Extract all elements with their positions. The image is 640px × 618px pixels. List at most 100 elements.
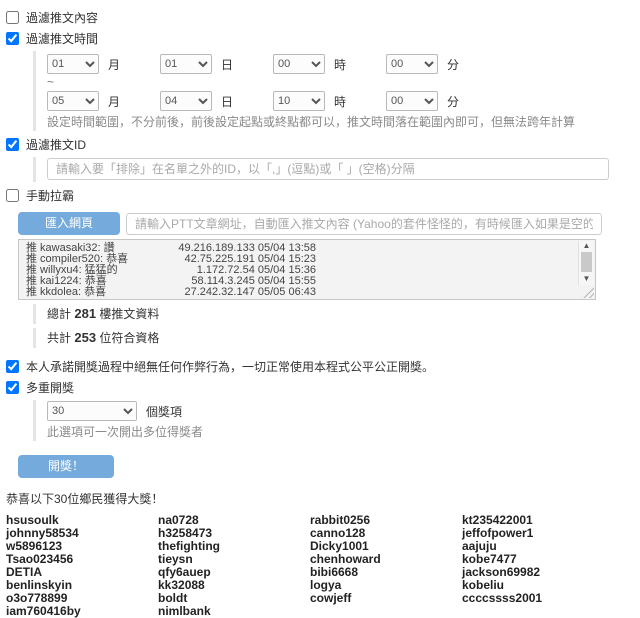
import-row: 匯入網頁 (18, 212, 640, 235)
winner-name: boldt (158, 591, 188, 605)
promise-label: 本人承諾開獎過程中絕無任何作弊行為，一切正常使用本程式公平公正開獎。 (26, 360, 435, 374)
to-day-select[interactable]: 04 (160, 91, 213, 111)
time-from-row: 01 月 01 日 00 時 00 分 (47, 54, 640, 74)
winner-name: Tsao023456 (6, 552, 74, 566)
results-heading: 恭喜以下30位鄉民獲得大獎！ (6, 492, 164, 506)
import-webpage-button[interactable]: 匯入網頁 (18, 212, 121, 235)
total-pushes-stat: 總計 281 樓推文資料 (33, 304, 640, 324)
total-suffix: 樓推文資料 (99, 307, 160, 321)
winner-name: johnny58534 (6, 526, 79, 540)
id-filter-panel (33, 157, 640, 182)
winner-name: bibi6668 (310, 565, 359, 579)
winner-name: logya (310, 578, 342, 592)
to-hour-select[interactable]: 10 (273, 91, 326, 111)
manual-slot-label: 手動拉霸 (26, 189, 75, 203)
article-url-input[interactable] (126, 212, 603, 235)
scrollbar-thumb[interactable] (581, 252, 592, 272)
prize-count-select[interactable]: 30 (47, 401, 137, 421)
promise-checkbox[interactable] (6, 360, 19, 373)
filter-time-label: 過濾推文時間 (26, 32, 99, 46)
winner-name: o3o778899 (6, 591, 68, 605)
winner-name: kk32088 (158, 578, 205, 592)
scrollbar[interactable]: ▲ ▼ (578, 241, 594, 285)
day-unit-label: 日 (221, 94, 234, 109)
exclude-id-input[interactable] (47, 158, 609, 180)
prize-unit-label: 個獎項 (146, 404, 183, 419)
qualified-suffix: 位符合資格 (99, 331, 160, 345)
to-minute-select[interactable]: 00 (386, 91, 439, 111)
total-count: 281 (74, 306, 97, 321)
push-list-textarea[interactable]: ▲ ▼ 推 kawasaki32: 讚 49.216.189.133 05/04… (18, 239, 596, 300)
month-unit-label: 月 (108, 57, 121, 72)
qualified-stat: 共計 253 位符合資格 (33, 328, 640, 348)
day-unit-label: 日 (221, 57, 234, 72)
filter-content-label: 過濾推文內容 (26, 11, 99, 25)
promise-row: 本人承諾開獎過程中絕無任何作弊行為，一切正常使用本程式公平公正開獎。 (6, 358, 640, 375)
winner-name: qfy6auep (158, 565, 211, 579)
manual-slot-row: 手動拉霸 (6, 187, 640, 204)
winner-name: kobe7477 (462, 552, 517, 566)
winner-name: na0728 (158, 513, 199, 527)
hour-unit-label: 時 (334, 94, 347, 109)
from-hour-select[interactable]: 00 (273, 54, 326, 74)
winner-name: Dicky1001 (310, 539, 369, 553)
filter-time-row: 過濾推文時間 (6, 30, 640, 47)
from-month-select[interactable]: 01 (47, 54, 99, 74)
to-month-select[interactable]: 05 (47, 91, 99, 111)
total-prefix: 總計 (47, 307, 72, 321)
time-range-panel: 01 月 01 日 00 時 00 分 ~ 05 月 04 日 10 時 00 … (33, 51, 640, 131)
filter-id-checkbox[interactable] (6, 138, 19, 151)
hour-unit-label: 時 (334, 57, 347, 72)
filter-content-checkbox[interactable] (6, 11, 19, 24)
winner-name: kt235422001 (462, 513, 533, 527)
filter-id-label: 過濾推文ID (26, 138, 87, 152)
winner-name: cowjeff (310, 591, 352, 605)
winner-name: canno128 (310, 526, 366, 540)
push-author-and-text: 推 kkdolea: 恭喜 (26, 286, 107, 298)
results-section: 恭喜以下30位鄉民獲得大獎！ hsusoulk na0728 rabbit025… (6, 492, 640, 618)
from-day-select[interactable]: 01 (160, 54, 213, 74)
time-range-note: 設定時間範圍，不分前後，前後設定起點或終點都可以，推文時間落在範圍內即可，但無法… (47, 115, 576, 129)
qualified-count: 253 (74, 330, 97, 345)
minute-unit-label: 分 (447, 57, 460, 72)
push-ip-timestamp: 27.242.32.147 05/05 06:43 (184, 286, 316, 298)
qualified-prefix: 共計 (47, 331, 72, 345)
range-separator: ~ (47, 75, 55, 89)
winner-name: nimlbank (158, 604, 211, 618)
scroll-up-icon[interactable]: ▲ (583, 241, 591, 250)
draw-button[interactable]: 開獎！ (18, 455, 114, 478)
winner-name: tieysn (158, 552, 193, 566)
prize-count-row: 30 個獎項 (47, 401, 640, 421)
winner-name: h3258473 (158, 526, 213, 540)
winner-name: aajuju (462, 539, 497, 553)
push-row: 推 kkdolea: 恭喜 27.242.32.147 05/05 06:43 (26, 287, 316, 298)
winner-name: jackson69982 (462, 565, 541, 579)
time-to-row: 05 月 04 日 10 時 00 分 (47, 91, 640, 111)
winner-name: hsusoulk (6, 513, 59, 527)
winner-name: ccccssss2001 (462, 591, 543, 605)
winner-name: DETIA (6, 565, 42, 579)
multi-draw-note: 此選項可一次開出多位得獎者 (47, 425, 204, 439)
month-unit-label: 月 (108, 94, 121, 109)
manual-slot-checkbox[interactable] (6, 189, 19, 202)
multi-draw-panel: 30 個獎項 此選項可一次開出多位得獎者 (33, 400, 640, 441)
winner-name: thefighting (158, 539, 220, 553)
winner-name: rabbit0256 (310, 513, 371, 527)
winner-name: chenhoward (310, 552, 381, 566)
filter-id-row: 過濾推文ID (6, 136, 640, 153)
multi-draw-checkbox[interactable] (6, 381, 19, 394)
scroll-down-icon[interactable]: ▼ (583, 274, 591, 283)
winner-name: iam760416by (6, 604, 81, 618)
winner-name: w5896123 (6, 539, 63, 553)
winners-grid: hsusoulk na0728 rabbit0256 kt235422001 j… (6, 514, 640, 617)
resize-grip-icon[interactable] (583, 287, 594, 298)
from-minute-select[interactable]: 00 (386, 54, 439, 74)
winner-name: benlinskyin (6, 578, 73, 592)
filter-content-row: 過濾推文內容 (6, 9, 640, 26)
multi-draw-row: 多重開獎 (6, 379, 640, 396)
minute-unit-label: 分 (447, 94, 460, 109)
winner-name: jeffofpower1 (462, 526, 534, 540)
filter-time-checkbox[interactable] (6, 32, 19, 45)
multi-draw-label: 多重開獎 (26, 381, 75, 395)
winner-name: kobeliu (462, 578, 505, 592)
